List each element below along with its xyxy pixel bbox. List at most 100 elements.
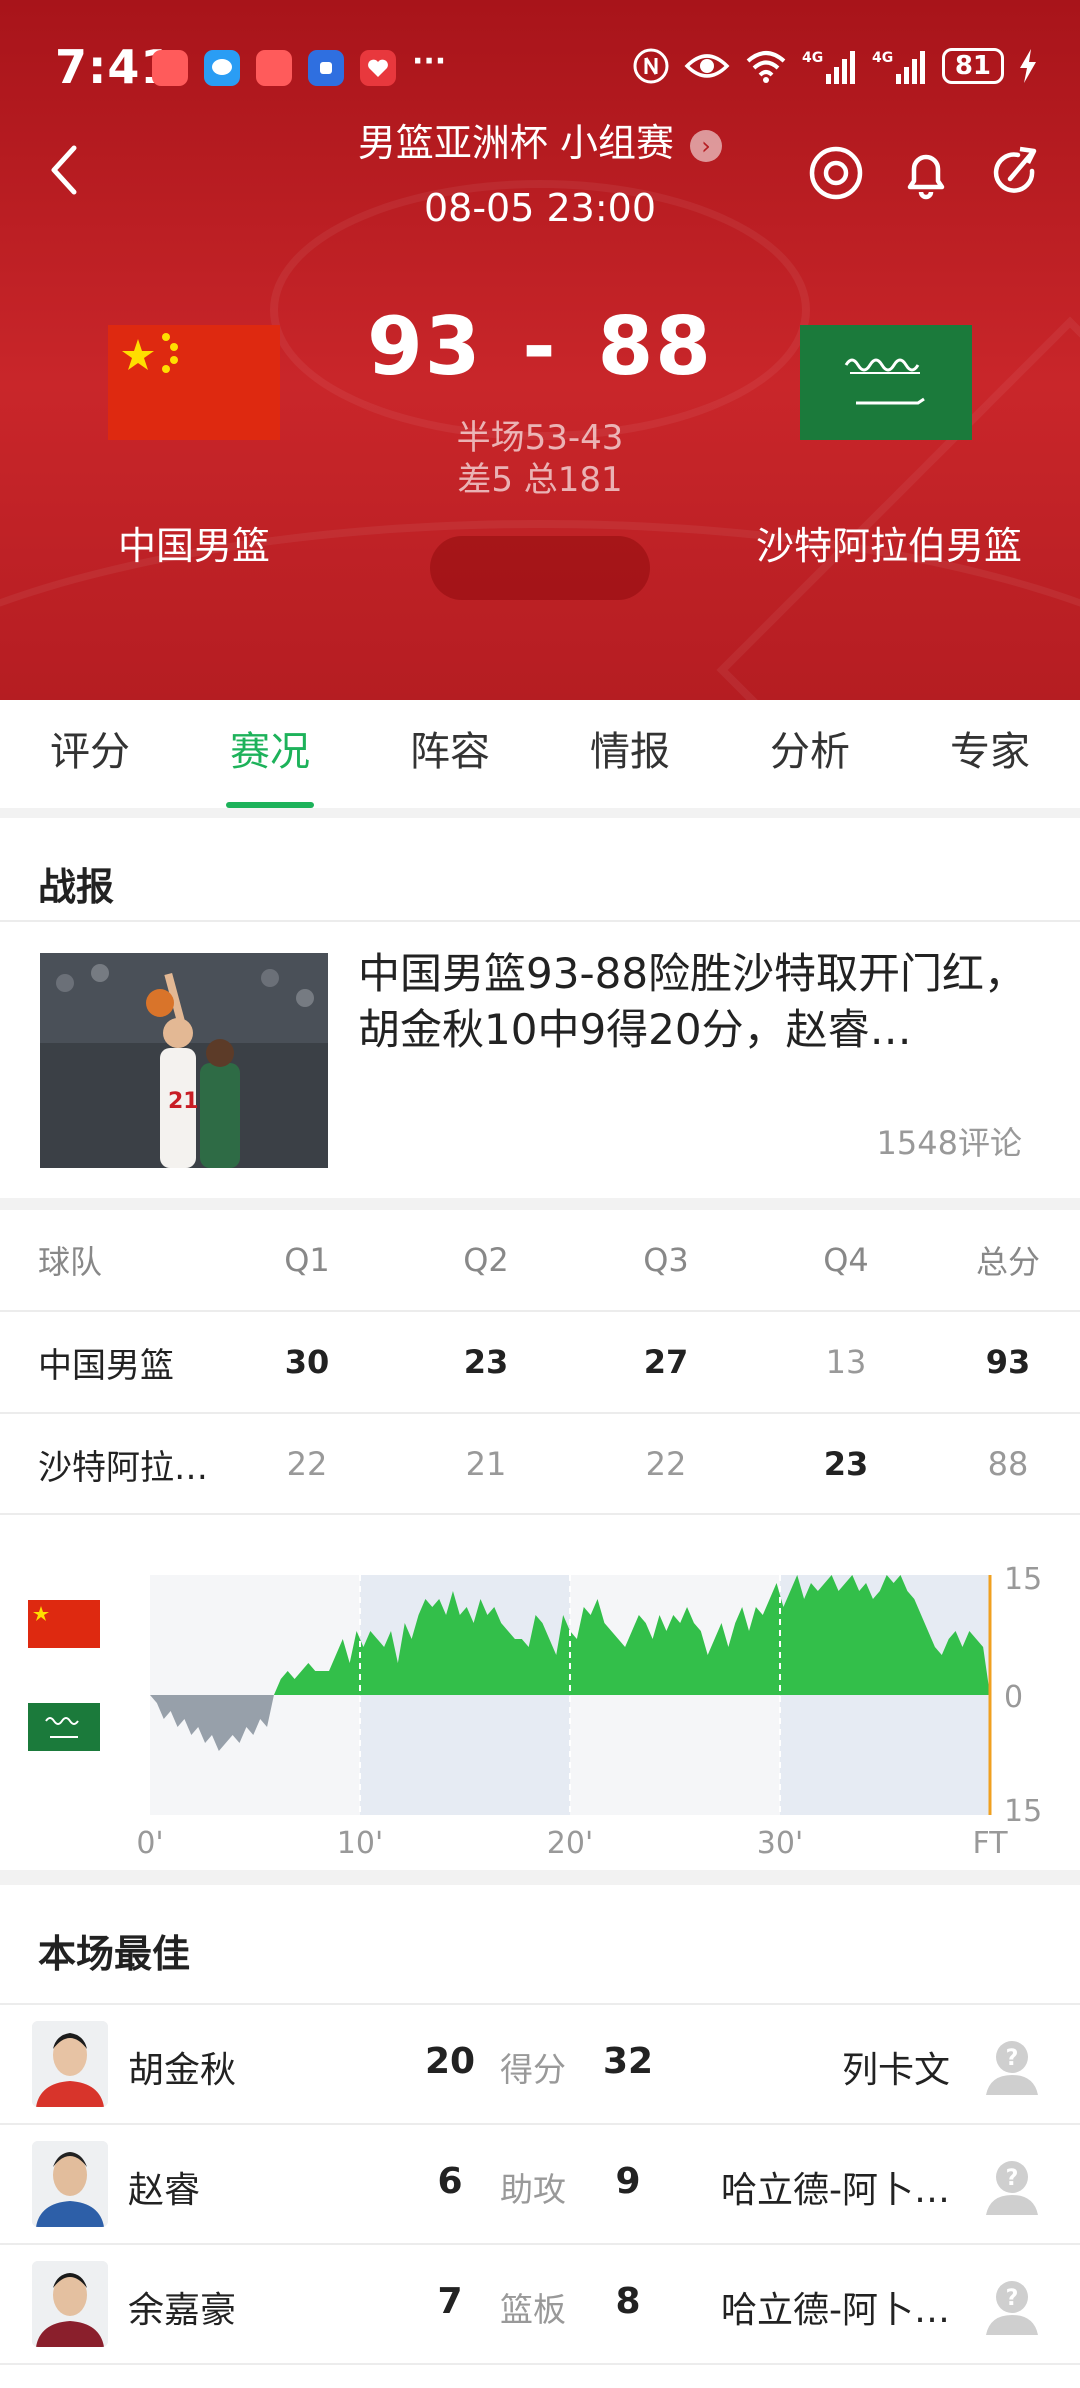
- chevron-right-icon: ›: [690, 129, 723, 162]
- target-icon[interactable]: [808, 145, 864, 201]
- saudi-flag-icon: [28, 1703, 100, 1751]
- home-score: 93: [367, 300, 483, 393]
- home-player-name: 余嘉豪: [128, 2290, 237, 2331]
- nfc-icon: [633, 48, 669, 84]
- wifi-icon: [746, 51, 786, 83]
- home-team-name[interactable]: 中国男篮: [118, 515, 270, 570]
- charging-icon: [1020, 49, 1036, 83]
- x-tick-label: 30': [757, 1826, 803, 1861]
- y-tick-label: 15: [1004, 1794, 1042, 1829]
- tab-analysis[interactable]: 分析: [720, 700, 900, 808]
- divider: [0, 920, 1080, 922]
- score-cell: 22: [286, 1445, 328, 1483]
- momentum-chart: 15 0 15 0' 10' 20' 30' FT: [136, 1562, 1042, 1861]
- news-headline[interactable]: 中国男篮93-88险胜沙特取开门红，胡金秋10中9得20分，赵睿…: [358, 946, 1048, 1058]
- unknown-player-icon: ?: [986, 2041, 1038, 2095]
- svg-text:4G: 4G: [802, 50, 823, 66]
- best-player-row[interactable]: 胡金秋 20 得分 32 列卡文 ?: [0, 2005, 1080, 2123]
- player-avatar: [32, 2021, 108, 2107]
- bell-icon[interactable]: [898, 145, 954, 201]
- section-title-best: 本场最佳: [38, 1932, 191, 1976]
- heart-app-icon: [360, 50, 396, 86]
- column-header-team: 球队: [38, 1243, 103, 1281]
- table-header-row: 球队 Q1 Q2 Q3 Q4 总分: [0, 1210, 1080, 1310]
- hand-app-icon: [308, 50, 344, 86]
- away-team-name[interactable]: 沙特阿拉伯男篮: [756, 515, 1022, 570]
- section-title-report: 战报: [38, 865, 115, 909]
- best-player-row[interactable]: 赵睿 6 助攻 9 哈立德-阿卜… ?: [0, 2125, 1080, 2243]
- team-cell: 中国男篮: [38, 1345, 174, 1386]
- column-header-total: 总分: [975, 1243, 1040, 1281]
- away-player-name: 哈立德-阿卜…: [721, 2170, 950, 2211]
- table-row: 中国男篮 30 23 27 13 93: [0, 1312, 1080, 1412]
- stat-label: 助攻: [500, 2170, 566, 2209]
- team-cell: 沙特阿拉…: [38, 1447, 208, 1488]
- score-cell: 93: [985, 1343, 1031, 1381]
- score-cell: 13: [825, 1343, 867, 1381]
- score-cell: 23: [463, 1343, 509, 1381]
- score-cell: 22: [645, 1445, 687, 1483]
- huawei-app-icon: [152, 50, 188, 86]
- tab-intel[interactable]: 情报: [540, 700, 720, 808]
- away-player-value: 8: [615, 2281, 641, 2322]
- column-header-q3: Q3: [643, 1241, 689, 1279]
- unknown-player-icon: ?: [986, 2161, 1038, 2215]
- x-tick-label: FT: [972, 1826, 1008, 1861]
- tab-rating[interactable]: 评分: [0, 700, 180, 808]
- away-player-value: 32: [602, 2041, 654, 2082]
- score-diff-total: 差5 总181: [457, 460, 623, 500]
- score-cell: 30: [284, 1343, 330, 1381]
- battery-indicator: 81: [941, 48, 1004, 84]
- share-icon[interactable]: [988, 145, 1044, 201]
- score-separator: -: [522, 300, 558, 393]
- svg-text:4G: 4G: [872, 50, 893, 66]
- home-player-name: 胡金秋: [128, 2050, 237, 2091]
- tab-lineup[interactable]: 阵容: [360, 700, 540, 808]
- home-player-value: 6: [437, 2161, 463, 2202]
- eye-icon: [684, 54, 730, 78]
- stat-label: 得分: [500, 2050, 566, 2089]
- tab-expert[interactable]: 专家: [900, 700, 1080, 808]
- unknown-player-icon: ?: [986, 2281, 1038, 2335]
- china-flag-icon: [28, 1600, 100, 1648]
- status-bar: 7:41 ··· 4G 4G 81: [0, 0, 1080, 130]
- match-score: 93-88: [360, 300, 720, 393]
- svg-text:?: ?: [1006, 2166, 1019, 2191]
- news-thumbnail[interactable]: 21: [40, 953, 328, 1168]
- divider: [0, 2363, 1080, 2365]
- column-header-q2: Q2: [463, 1241, 509, 1279]
- more-notifications-icon: ···: [412, 44, 447, 79]
- home-player-name: 赵睿: [128, 2170, 201, 2211]
- tab-bar: 评分 赛况 阵容 情报 分析 专家: [0, 700, 1080, 808]
- tab-match-status[interactable]: 赛况: [180, 700, 360, 808]
- player-avatar: [32, 2141, 108, 2227]
- signal-4g-icon: 4G: [872, 50, 925, 84]
- match-header: 7:41 ··· 4G 4G 81 男篮亚洲杯 小组赛 › 08-05 23:0…: [0, 0, 1080, 700]
- news-card: 战报 21 中国男篮93-88险胜沙特取开门红，胡金秋10中9得20分，赵睿… …: [0, 818, 1080, 1198]
- x-tick-label: 0': [136, 1826, 163, 1861]
- column-header-q4: Q4: [823, 1241, 869, 1279]
- svg-text:21: 21: [168, 1089, 199, 1114]
- player-avatar: [32, 2261, 108, 2347]
- column-header-q1: Q1: [284, 1241, 330, 1279]
- table-row: 沙特阿拉… 22 21 22 23 88: [0, 1414, 1080, 1514]
- score-cell: 88: [987, 1445, 1029, 1483]
- message-app-icon: [204, 50, 240, 86]
- away-player-value: 9: [615, 2161, 641, 2202]
- score-cell: 27: [643, 1343, 689, 1381]
- best-players-card: 本场最佳 胡金秋 20 得分 32 列卡文 ? 赵睿 6 助攻 9 哈立德-阿卜…: [0, 1885, 1080, 2388]
- away-player-name: 哈立德-阿卜…: [721, 2290, 950, 2331]
- away-score: 88: [597, 300, 713, 393]
- quarter-score-table: 球队 Q1 Q2 Q3 Q4 总分 中国男篮 30 23 27 13 93 沙特…: [0, 1210, 1080, 1515]
- score-cell: 23: [823, 1445, 869, 1483]
- live-button[interactable]: [430, 536, 650, 600]
- x-tick-label: 10': [337, 1826, 383, 1861]
- league-name: 男篮亚洲杯 小组赛: [357, 121, 674, 165]
- comment-count[interactable]: 1548评论: [877, 1118, 1022, 1164]
- huawei-app-icon: [256, 50, 292, 86]
- best-player-row[interactable]: 余嘉豪 7 篮板 8 哈立德-阿卜… ?: [0, 2245, 1080, 2363]
- stat-label: 篮板: [500, 2290, 566, 2329]
- momentum-chart-card: 15 0 15 0' 10' 20' 30' FT: [0, 1515, 1080, 1870]
- home-player-value: 20: [424, 2041, 476, 2082]
- score-cell: 21: [465, 1445, 507, 1483]
